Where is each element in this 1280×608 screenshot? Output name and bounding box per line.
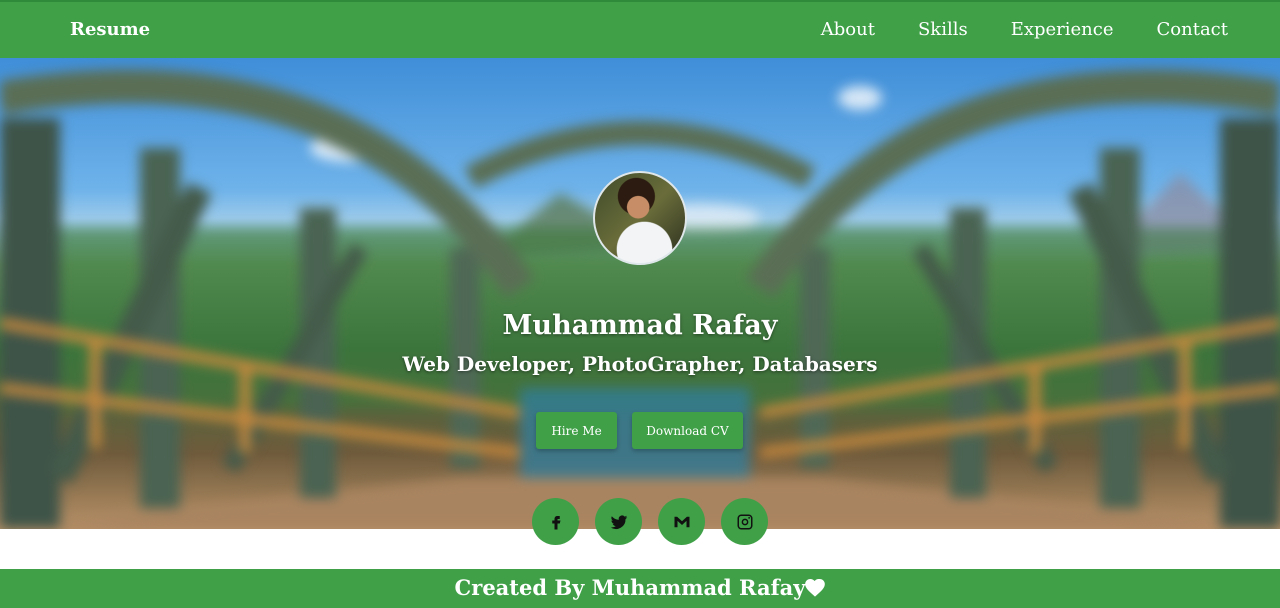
nav-link-contact[interactable]: Contact — [1157, 19, 1228, 40]
gmail-icon — [674, 516, 689, 527]
facebook-link[interactable] — [532, 498, 579, 545]
facebook-icon — [551, 515, 560, 529]
twitter-link[interactable] — [595, 498, 642, 545]
instagram-icon — [737, 514, 752, 529]
profile-roles: Web Developer, PhotoGrapher, Databasers — [402, 352, 878, 376]
brand-logo[interactable]: Resume — [70, 19, 150, 40]
nav-link-about[interactable]: About — [821, 19, 875, 40]
social-links — [532, 498, 768, 545]
download-cv-button[interactable]: Download CV — [632, 412, 743, 449]
nav-link-experience[interactable]: Experience — [1011, 19, 1114, 40]
footer-credit: Created By Muhammad Rafay — [454, 575, 806, 600]
hero-section: Muhammad Rafay Web Developer, PhotoGraph… — [0, 58, 1280, 529]
heart-icon — [805, 579, 826, 597]
profile-avatar — [593, 171, 687, 265]
hire-me-button[interactable]: Hire Me — [536, 412, 617, 449]
gmail-link[interactable] — [658, 498, 705, 545]
nav-links: About Skills Experience Contact — [778, 19, 1228, 40]
navbar: Resume About Skills Experience Contact — [0, 0, 1280, 58]
twitter-icon — [610, 514, 627, 529]
footer: Created By Muhammad Rafay — [0, 569, 1280, 608]
instagram-link[interactable] — [721, 498, 768, 545]
profile-name: Muhammad Rafay — [502, 310, 778, 341]
nav-link-skills[interactable]: Skills — [918, 19, 968, 40]
hero-background-image — [0, 69, 1280, 529]
